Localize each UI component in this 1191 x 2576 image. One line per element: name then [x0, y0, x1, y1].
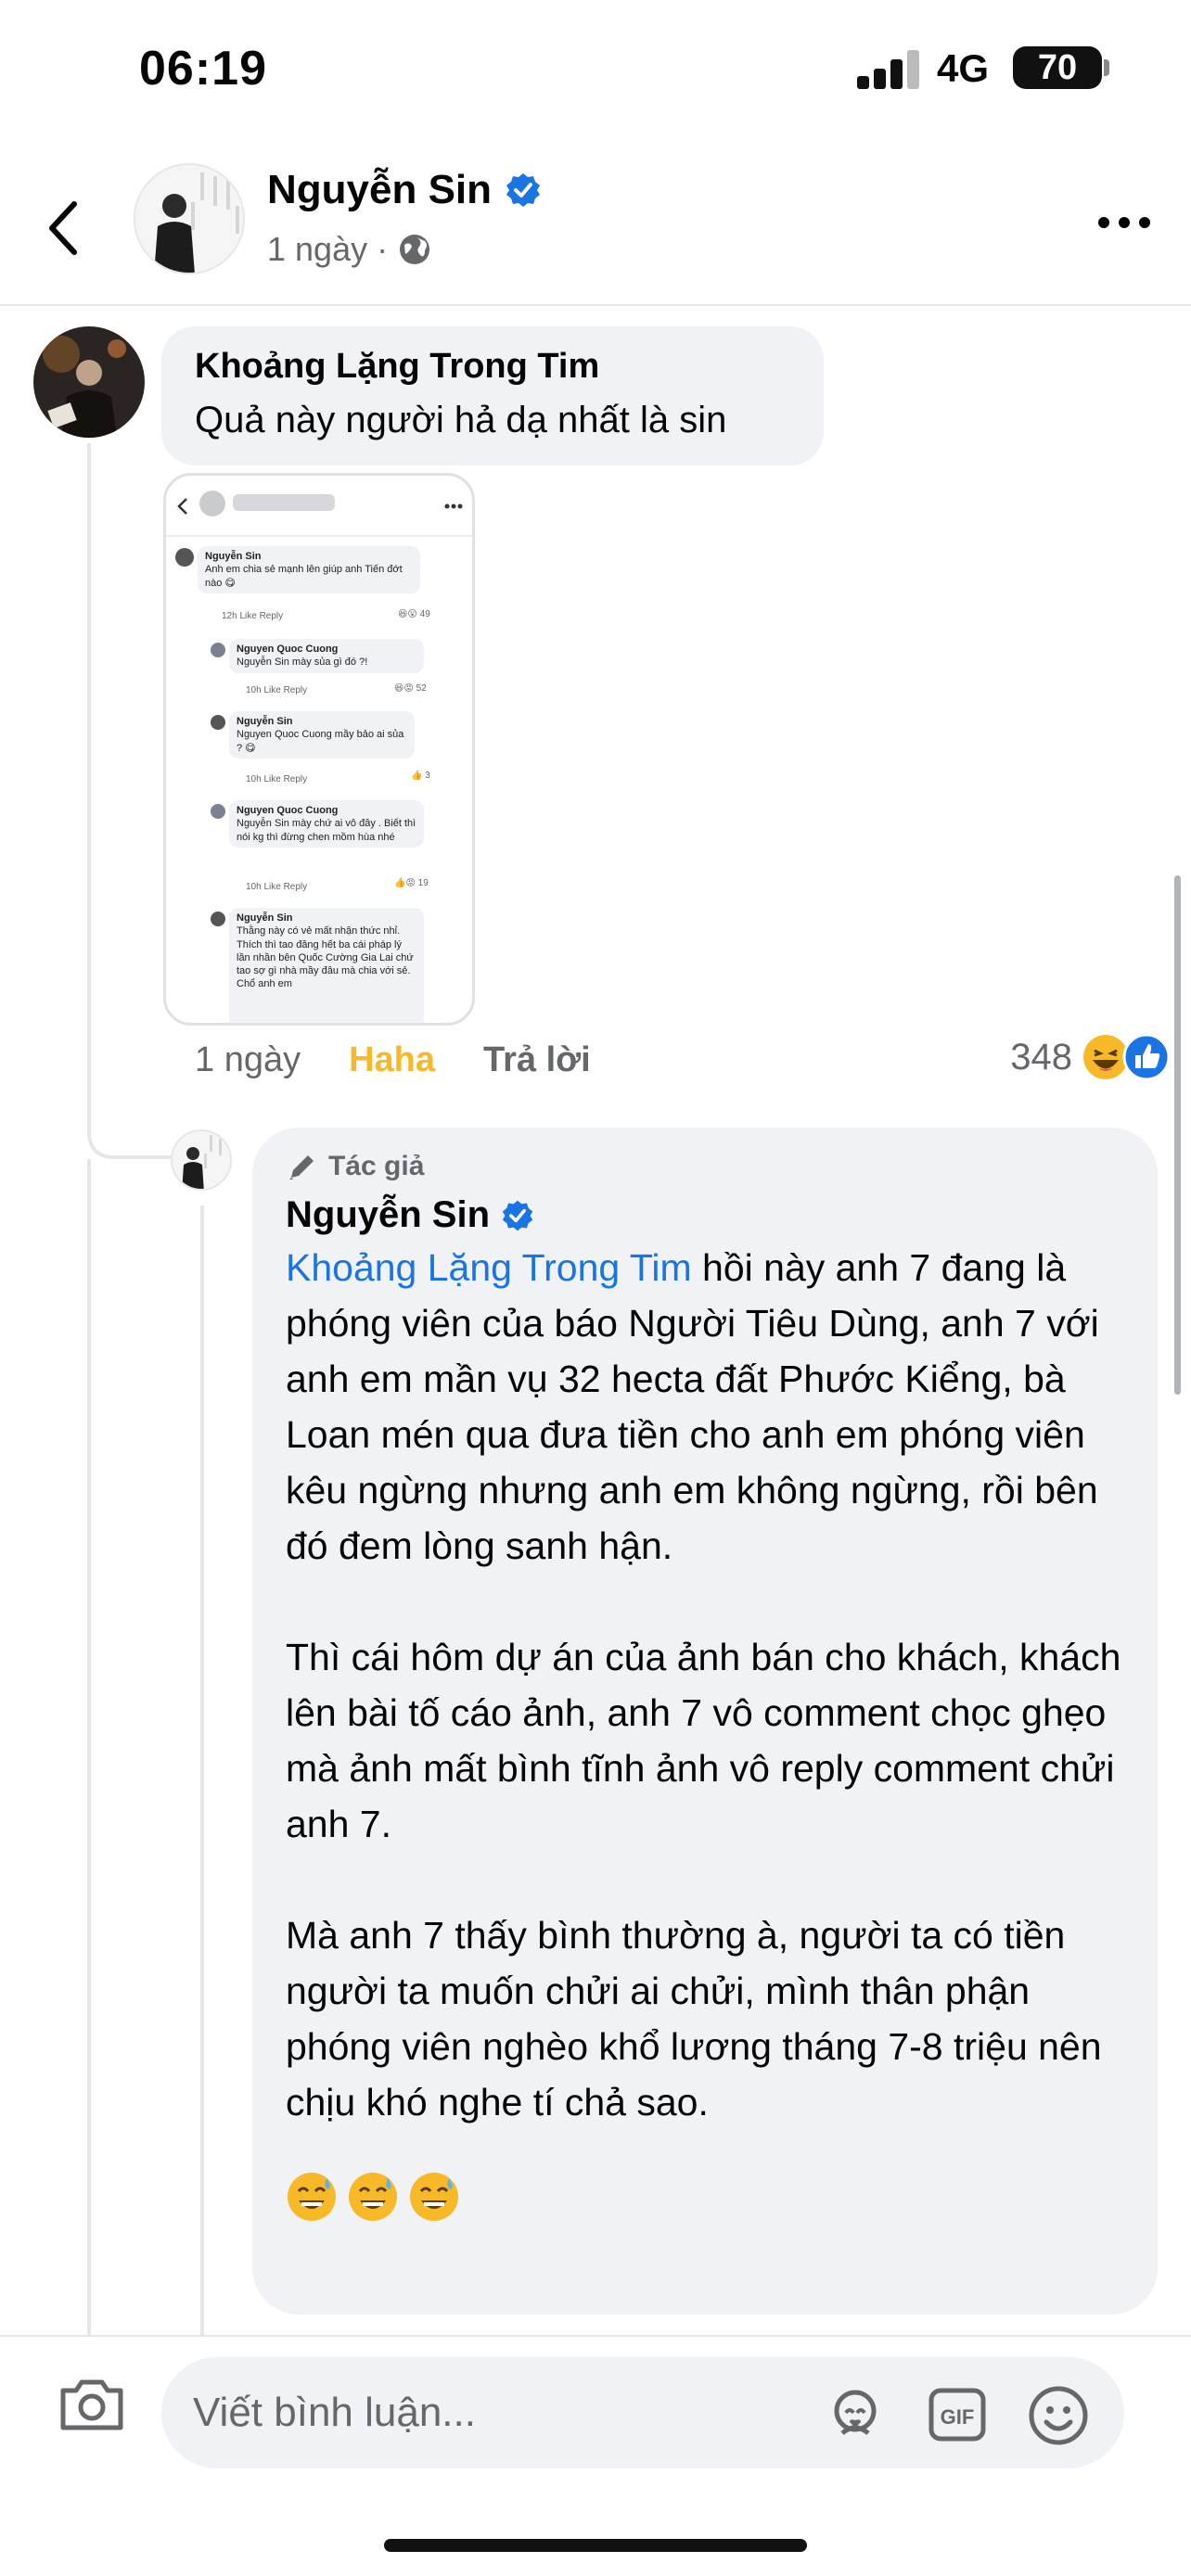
reaction-summary[interactable]: 348	[1010, 1033, 1171, 1081]
blurred-avatar	[199, 491, 225, 516]
thread-connector	[87, 1103, 173, 1159]
avatar-sticker-icon[interactable]	[826, 2385, 885, 2444]
post-header: Nguyễn Sin 1 ngày ·	[0, 148, 1191, 306]
mini-author: Nguyen Quoc Cuong	[237, 644, 339, 655]
thread-line-post	[87, 1159, 91, 2335]
mini-author: Nguyễn Sin	[237, 716, 293, 727]
signal-icon	[857, 48, 920, 89]
back-button[interactable]	[37, 193, 93, 263]
thread-line	[87, 443, 91, 1129]
reply-paragraph: Mà anh 7 thấy bình thường à, người ta có…	[286, 1914, 1112, 2123]
chevron-left-icon	[49, 201, 77, 255]
more-dots-icon	[1098, 217, 1150, 228]
battery-level: 70	[1037, 48, 1078, 87]
reply-author[interactable]: Nguyễn Sin	[286, 1194, 490, 1236]
mini-reaction-count: 👍😡 19	[394, 878, 429, 888]
camera-icon	[60, 2379, 123, 2430]
mini-text: Anh em chia sẻ mạnh lên giúp anh Tiến đớ…	[205, 564, 403, 589]
like-icon	[1122, 1033, 1171, 1081]
mini-author: Nguyễn Sin	[237, 912, 293, 924]
verified-badge-icon	[506, 173, 541, 207]
comment-actions: 1 ngày Haha Trả lời	[195, 1040, 591, 1080]
avatar[interactable]	[171, 1129, 232, 1191]
mini-meta: 12h Like Reply	[222, 611, 284, 621]
comment-text: Quả này người hả dạ nhất là sin	[195, 400, 727, 440]
camera-button[interactable]	[58, 2376, 126, 2433]
avatar	[175, 548, 194, 567]
home-indicator[interactable]	[384, 2539, 807, 2552]
avatar	[211, 912, 225, 926]
avatar[interactable]	[134, 163, 245, 274]
comment-bubble[interactable]: Khoảng Lặng Trong Tim Quả này người hả d…	[161, 326, 824, 465]
comment-input-box[interactable]: GIF	[161, 2357, 1124, 2468]
mini-comment: Nguyen Quoc Cuong Nguyễn Sin mày chứ ai …	[229, 800, 424, 848]
mini-reaction-count: 😆😮 49	[398, 609, 430, 619]
mini-reaction-count: 😆😡 52	[394, 683, 427, 694]
avatar	[211, 715, 225, 730]
meta-separator: ·	[377, 230, 389, 268]
avatar	[211, 804, 225, 819]
mini-meta: 10h Like Reply	[246, 882, 308, 892]
mini-text: Nguyễn Sin mày sủa gì đó ?!	[237, 657, 368, 669]
reply-paragraph: Thì cái hôm dự án của ảnh bán cho khách,…	[286, 1636, 1132, 1845]
mini-text: Thằng này có vẻ mất nhận thức nhỉ. Thích…	[237, 925, 414, 990]
author-badge: Tác giả	[286, 1150, 1124, 1183]
status-bar: 06:19 4G 70	[0, 0, 1191, 139]
mention-link[interactable]: Khoảng Lặng Trong Tim	[286, 1246, 692, 1289]
globe-icon	[400, 235, 430, 264]
reply-paragraph: hồi này anh 7 đang là phóng viên của báo…	[286, 1246, 1110, 1567]
gif-icon[interactable]: GIF	[928, 2385, 987, 2444]
mini-author: Nguyễn Sin	[205, 551, 262, 562]
mini-comment: Nguyen Quoc Cuong Nguyễn Sin mày sủa gì …	[229, 639, 424, 673]
mini-reaction-count: 👍 3	[411, 771, 430, 781]
status-time: 06:19	[139, 42, 267, 96]
more-dots-icon	[444, 504, 463, 509]
sweat-smile-emoji-icon	[349, 2173, 397, 2221]
comment-composer: GIF	[0, 2335, 1191, 2576]
comment-time[interactable]: 1 ngày	[195, 1040, 301, 1080]
chevron-left-icon	[177, 498, 187, 515]
mini-text: Nguyen Quoc Cuong mầy bảo ai sủa ? 😋	[237, 729, 404, 754]
reply-text: Khoảng Lặng Trong Tim hồi này anh 7 đang…	[286, 1240, 1124, 1574]
attachment-topbar	[166, 476, 472, 537]
blurred-name	[233, 494, 335, 511]
svg-text:GIF: GIF	[941, 2405, 975, 2429]
thread-line-reply	[200, 1205, 204, 2335]
reply-emojis	[286, 2171, 1124, 2223]
pencil-icon	[289, 1155, 314, 1180]
page-title[interactable]: Nguyễn Sin	[267, 167, 492, 213]
reply-button[interactable]: Trả lời	[483, 1040, 591, 1080]
scrollbar[interactable]	[1174, 875, 1181, 1395]
battery-tip	[1104, 59, 1109, 76]
verified-badge-icon	[502, 1200, 533, 1231]
avatar[interactable]	[33, 326, 145, 438]
avatar	[211, 643, 225, 657]
battery-icon: 70	[1013, 46, 1102, 89]
more-button[interactable]	[1095, 204, 1154, 241]
reaction-count: 348	[1010, 1036, 1072, 1078]
reply-bubble[interactable]: Tác giả Nguyễn Sin Khoảng Lặng Trong Tim…	[252, 1128, 1158, 2315]
sweat-smile-emoji-icon	[410, 2173, 458, 2221]
mini-text: Nguyễn Sin mày chứ ai vô đây . Biết thì …	[237, 818, 416, 843]
sweat-smile-emoji-icon	[288, 2173, 336, 2221]
mini-meta: 10h Like Reply	[246, 774, 308, 784]
mini-comment: Nguyễn Sin Thằng này có vẻ mất nhận thức…	[229, 908, 424, 1023]
post-time[interactable]: 1 ngày	[267, 230, 367, 269]
author-tag-label: Tác giả	[328, 1151, 425, 1181]
mini-comment: Nguyễn Sin Anh em chia sẻ mạnh lên giúp …	[198, 546, 420, 593]
comment-attachment-image[interactable]: Nguyễn Sin Anh em chia sẻ mạnh lên giúp …	[163, 473, 475, 1026]
network-type: 4G	[937, 46, 990, 90]
comment-input[interactable]	[193, 2357, 787, 2468]
mini-meta: 10h Like Reply	[246, 685, 308, 695]
mini-comment: Nguyễn Sin Nguyen Quoc Cuong mầy bảo ai …	[229, 711, 415, 759]
reaction-button[interactable]: Haha	[349, 1040, 435, 1080]
emoji-icon[interactable]	[1028, 2385, 1089, 2446]
mini-author: Nguyen Quoc Cuong	[237, 805, 339, 816]
comment-author[interactable]: Khoảng Lặng Trong Tim	[195, 347, 790, 387]
